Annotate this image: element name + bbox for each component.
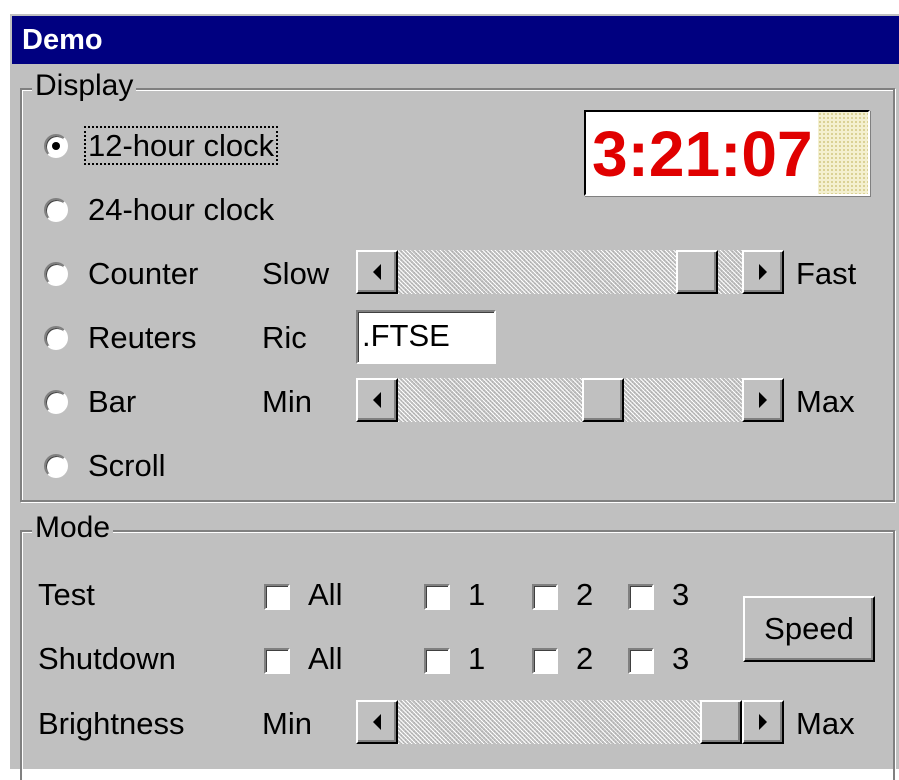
right-arrow-icon [759, 392, 767, 408]
scroll-left-button[interactable] [356, 378, 398, 422]
label-bar[interactable]: Bar [88, 384, 136, 420]
title-bar[interactable]: Demo [12, 16, 899, 64]
brightness-min-label: Min [262, 706, 312, 741]
clock-padding-area [818, 112, 868, 194]
test-all-checkbox[interactable] [264, 584, 290, 610]
shutdown-3-label[interactable]: 3 [672, 641, 689, 677]
right-arrow-icon [759, 714, 767, 730]
bar-min-label: Min [262, 384, 312, 419]
window-title: Demo [22, 24, 103, 56]
right-arrow-icon [759, 264, 767, 280]
radio-bar[interactable] [44, 390, 68, 414]
speed-max-label: Fast [796, 256, 857, 291]
radio-scroll[interactable] [44, 454, 68, 478]
label-24-hour-clock[interactable]: 24-hour clock [88, 192, 274, 228]
scroll-right-button[interactable] [742, 700, 784, 744]
label-reuters[interactable]: Reuters [88, 320, 197, 356]
test-1-label[interactable]: 1 [468, 577, 485, 613]
shutdown-1-checkbox[interactable] [424, 648, 450, 674]
scroll-left-button[interactable] [356, 250, 398, 294]
label-counter[interactable]: Counter [88, 256, 198, 292]
demo-window: Demo Display 12-hour clock 24-hour clock… [8, 12, 899, 780]
radio-24-hour-clock[interactable] [44, 198, 68, 222]
test-2-label[interactable]: 2 [576, 577, 593, 613]
speed-thumb[interactable] [676, 250, 718, 294]
brightness-label: Brightness [38, 706, 185, 741]
clock-display: 3:21:07 [584, 110, 870, 196]
shutdown-all-checkbox[interactable] [264, 648, 290, 674]
label-scroll[interactable]: Scroll [88, 448, 166, 484]
shutdown-all-label[interactable]: All [308, 641, 342, 677]
speed-min-label: Slow [262, 256, 330, 291]
brightness-thumb[interactable] [700, 700, 742, 744]
shutdown-1-label[interactable]: 1 [468, 641, 485, 677]
test-label: Test [38, 577, 95, 612]
radio-12-hour-clock[interactable] [44, 134, 68, 158]
ric-input[interactable]: .FTSE [356, 310, 496, 364]
radio-counter[interactable] [44, 262, 68, 286]
test-2-checkbox[interactable] [532, 584, 558, 610]
bar-max-label: Max [796, 384, 855, 419]
clock-time: 3:21:07 [592, 118, 813, 190]
ric-label: Ric [262, 320, 307, 355]
scroll-right-button[interactable] [742, 250, 784, 294]
shutdown-2-label[interactable]: 2 [576, 641, 593, 677]
radio-selected-dot [52, 142, 60, 150]
test-1-checkbox[interactable] [424, 584, 450, 610]
speed-button[interactable]: Speed [743, 596, 875, 662]
radio-reuters[interactable] [44, 326, 68, 350]
shutdown-label: Shutdown [38, 641, 176, 676]
mode-legend: Mode [32, 510, 114, 546]
scroll-right-button[interactable] [742, 378, 784, 422]
scroll-left-button[interactable] [356, 700, 398, 744]
test-3-label[interactable]: 3 [672, 577, 689, 613]
left-arrow-icon [373, 392, 381, 408]
shutdown-2-checkbox[interactable] [532, 648, 558, 674]
shutdown-3-checkbox[interactable] [628, 648, 654, 674]
left-arrow-icon [373, 714, 381, 730]
brightness-scrollbar[interactable] [356, 700, 784, 744]
label-12-hour-clock[interactable]: 12-hour clock [84, 126, 279, 165]
test-3-checkbox[interactable] [628, 584, 654, 610]
bar-thumb[interactable] [582, 378, 624, 422]
bar-scrollbar[interactable] [356, 378, 784, 422]
brightness-max-label: Max [796, 706, 855, 741]
test-all-label[interactable]: All [308, 577, 342, 613]
display-legend: Display [32, 68, 137, 104]
left-arrow-icon [373, 264, 381, 280]
speed-scrollbar[interactable] [356, 250, 784, 294]
focus-rect: 12-hour clock [84, 126, 279, 165]
